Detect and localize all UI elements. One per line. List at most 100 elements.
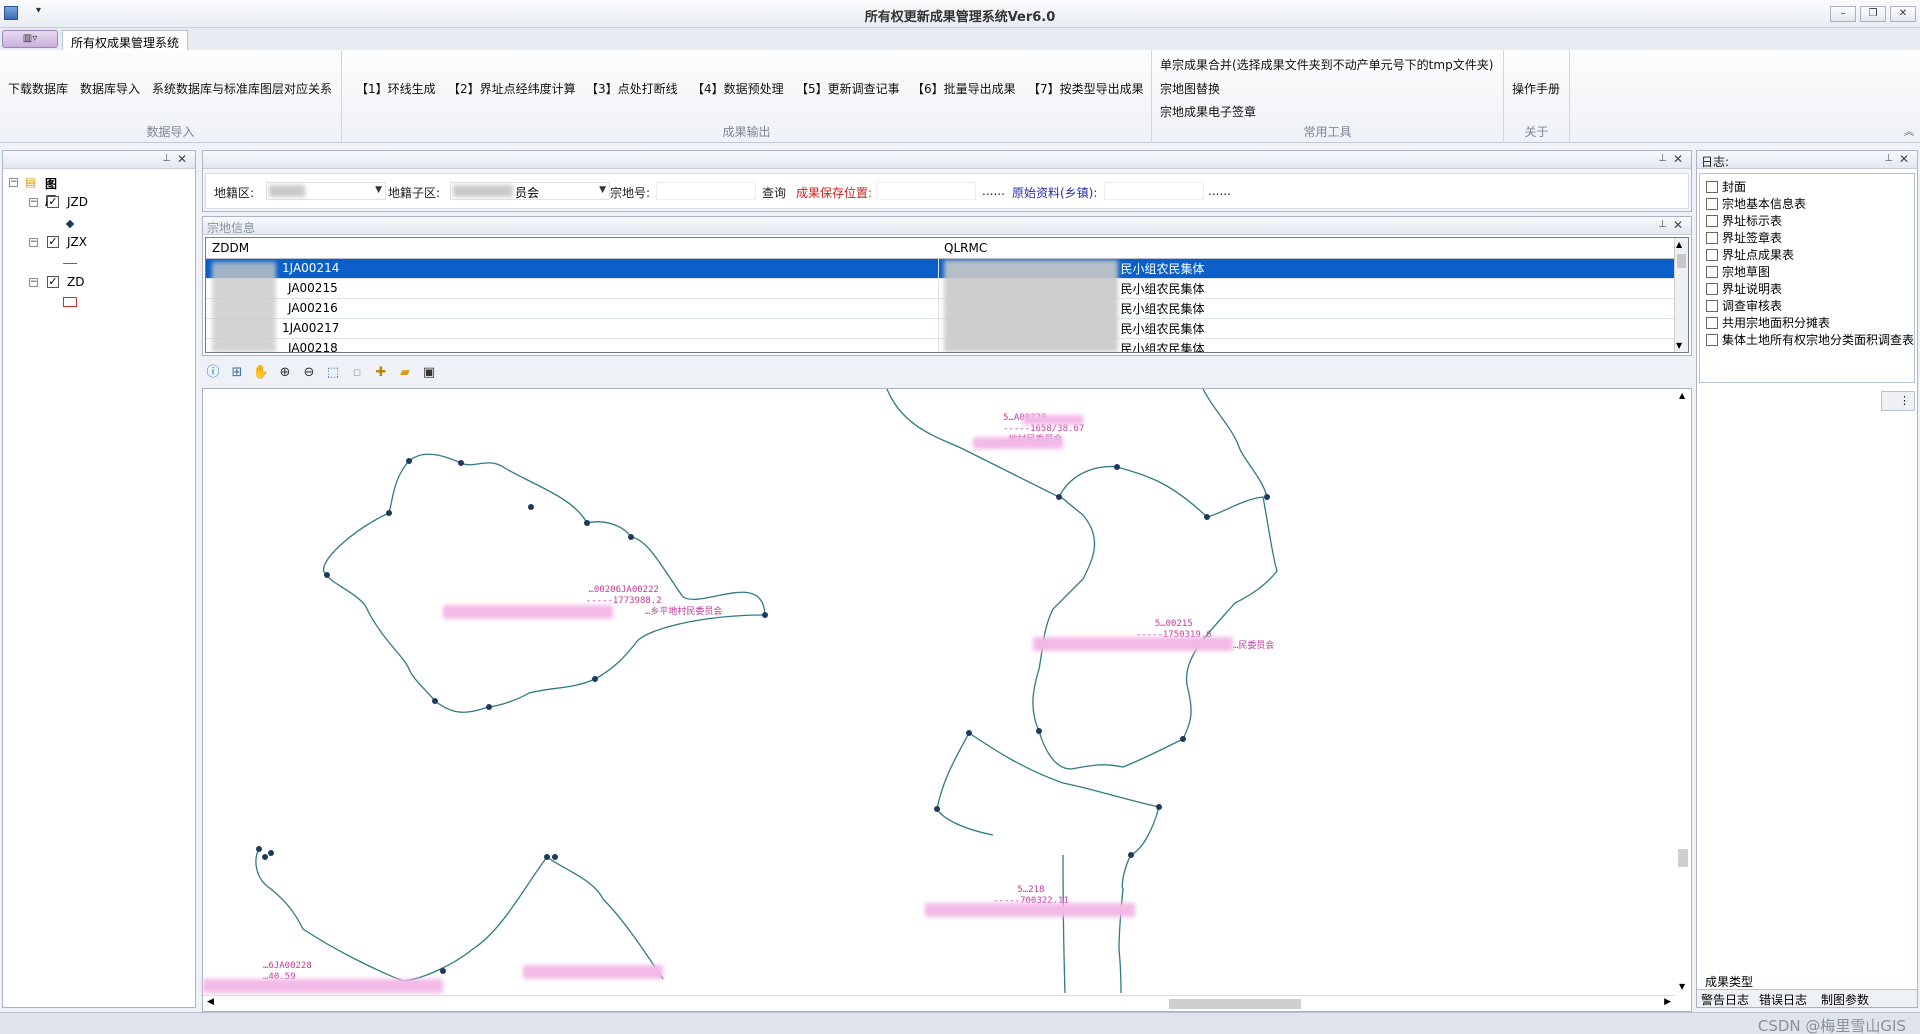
list-item[interactable]: 共用宗地面积分摊表 (1706, 314, 1830, 330)
scroll-thumb[interactable] (1678, 849, 1688, 867)
zoom-in-icon[interactable]: ⊕ (276, 364, 294, 382)
dropdown-arrow-icon[interactable]: ▼ (599, 185, 606, 195)
checkbox[interactable] (1706, 334, 1718, 346)
download-database-button[interactable]: 下载数据库 (8, 80, 68, 97)
export-by-type-button[interactable]: 【7】按类型导出成果 (1028, 80, 1144, 97)
manual-button[interactable]: 操作手册 (1512, 80, 1560, 97)
ring-generate-button[interactable]: 【1】环线生成 (356, 80, 436, 97)
scroll-right-icon[interactable]: ▶ (1664, 997, 1671, 1007)
pin-icon[interactable]: ⊥ (1658, 219, 1667, 230)
layer-checkbox[interactable]: ✓ (47, 276, 59, 288)
collapse-ribbon-icon[interactable]: ︽ (1904, 123, 1914, 138)
zoom-out-icon[interactable]: ⊖ (300, 364, 318, 382)
list-item[interactable]: 集体土地所有权宗地分类面积调查表 (1706, 331, 1914, 347)
list-item[interactable]: 调查审核表 (1706, 297, 1782, 313)
collapse-icon[interactable]: − (29, 198, 38, 207)
close-icon[interactable]: ✕ (1899, 152, 1909, 166)
table-row[interactable]: JA00215 民小组农民集体 (206, 278, 1676, 299)
scroll-down-icon[interactable]: ▼ (1676, 341, 1682, 350)
latlon-calc-button[interactable]: 【2】界址点经纬度计算 (448, 80, 576, 97)
list-item[interactable]: 封面 (1706, 178, 1746, 194)
save-location-input[interactable] (876, 182, 976, 200)
open-folder-icon[interactable]: ▰ (396, 364, 414, 382)
break-line-button[interactable]: 【3】点处打断线 (586, 80, 678, 97)
scroll-thumb[interactable] (1677, 254, 1686, 268)
clear-selection-icon[interactable]: ▫ (348, 364, 366, 382)
scroll-up-icon[interactable]: ▲ (1679, 391, 1685, 400)
pin-icon[interactable]: ⊥ (1658, 153, 1667, 164)
table-row[interactable]: JA00216 民小组农民集体 (206, 298, 1676, 319)
source-browse-button[interactable]: ...... (1208, 184, 1231, 198)
close-icon[interactable]: ✕ (1673, 152, 1683, 166)
restore-button[interactable]: ❐ (1860, 6, 1886, 22)
list-item[interactable]: 界址说明表 (1706, 280, 1782, 296)
batch-export-button[interactable]: 【6】批量导出成果 (912, 80, 1016, 97)
table-row[interactable]: 1JA00217 民小组农民集体 (206, 318, 1676, 339)
checkbox[interactable] (1706, 266, 1718, 278)
map-view[interactable]: 5…A00220 -----1658/38.67 …地村民委员会 …00206J… (202, 388, 1692, 1012)
checkbox[interactable] (1706, 249, 1718, 261)
tab-warning-log[interactable]: 警告日志 (1701, 991, 1749, 1008)
layer-checkbox[interactable]: ✓ (47, 236, 59, 248)
checkbox[interactable] (1706, 198, 1718, 210)
scroll-up-icon[interactable]: ▲ (1676, 240, 1682, 249)
list-item[interactable]: 宗地基本信息表 (1706, 195, 1806, 211)
add-data-icon[interactable]: ✚ (372, 364, 390, 382)
map-horizontal-scrollbar[interactable]: ◀ ▶ (203, 995, 1675, 1011)
pan-hand-icon[interactable]: ✋ (252, 364, 270, 382)
save-browse-button[interactable]: ...... (982, 184, 1005, 198)
tab-result-type[interactable]: 成果类型 (1703, 973, 1756, 990)
collapse-icon[interactable]: − (29, 238, 38, 247)
collapse-icon[interactable]: − (9, 178, 18, 187)
scroll-thumb[interactable] (1169, 999, 1301, 1009)
tab-map-params[interactable]: 制图参数 (1821, 991, 1869, 1008)
column-header[interactable]: QLRMC (938, 238, 1676, 259)
preprocess-button[interactable]: 【4】数据预处理 (692, 80, 784, 97)
checkbox[interactable] (1706, 317, 1718, 329)
database-import-button[interactable]: 数据库导入 (80, 80, 140, 97)
subdistrict-select[interactable]: 员会 ▼ (450, 182, 610, 200)
scroll-down-icon[interactable]: ▼ (1679, 982, 1685, 991)
parcel-input[interactable] (656, 182, 756, 200)
info-icon[interactable]: ⓘ (204, 364, 222, 382)
checkbox[interactable] (1706, 215, 1718, 227)
list-item[interactable]: 界址标示表 (1706, 212, 1782, 228)
pin-icon[interactable]: ⊥ (1884, 153, 1893, 164)
table-row[interactable]: JA00218 民小组农民集体 (206, 338, 1676, 352)
dropdown-arrow-icon[interactable]: ▼ (375, 185, 382, 195)
close-icon[interactable]: ✕ (1673, 218, 1683, 232)
e-signature-button[interactable]: 宗地成果电子签章 (1160, 103, 1256, 120)
pin-icon[interactable]: ⊥ (162, 153, 171, 164)
layer-checkbox[interactable]: ✓ (47, 196, 59, 208)
map-vertical-scrollbar[interactable]: ▲ ▼ (1675, 389, 1691, 993)
checkbox[interactable] (1706, 181, 1718, 193)
merge-results-button[interactable]: 单宗成果合并(选择成果文件夹到不动产单元号下的tmp文件夹) (1160, 56, 1493, 73)
tab-error-log[interactable]: 错误日志 (1759, 991, 1807, 1008)
app-menu-button[interactable]: ▥▿ (2, 30, 58, 48)
close-window-button[interactable]: ✕ (1890, 6, 1916, 22)
save-icon[interactable]: ▣ (420, 364, 438, 382)
checkbox[interactable] (1706, 232, 1718, 244)
survey-record-button[interactable]: 【5】更新调查记事 (796, 80, 900, 97)
district-select[interactable]: ▼ (266, 182, 386, 200)
checkbox[interactable] (1706, 283, 1718, 295)
table-row[interactable]: 1JA00214 民小组农民集体 (206, 258, 1676, 279)
checkbox[interactable] (1706, 300, 1718, 312)
tab-ownership-system[interactable]: 所有权成果管理系统 (62, 30, 189, 51)
replace-map-button[interactable]: 宗地图替换 (1160, 80, 1220, 97)
full-extent-icon[interactable]: ⊞ (228, 364, 246, 382)
query-button[interactable]: 查询 (762, 184, 786, 201)
scroll-left-icon[interactable]: ◀ (207, 997, 214, 1007)
collapse-icon[interactable]: − (29, 278, 38, 287)
minimize-button[interactable]: – (1830, 6, 1856, 22)
column-header[interactable]: ZDDM (206, 238, 938, 259)
list-item[interactable]: 宗地草图 (1706, 263, 1770, 279)
list-item[interactable]: 界址签章表 (1706, 229, 1782, 245)
layer-mapping-button[interactable]: 系统数据库与标准库图层对应关系 (152, 80, 332, 97)
list-item[interactable]: 界址点成果表 (1706, 246, 1794, 262)
select-features-icon[interactable]: ⬚ (324, 364, 342, 382)
close-icon[interactable]: ✕ (177, 152, 187, 166)
source-input[interactable] (1104, 182, 1204, 200)
table-scrollbar[interactable]: ▲ ▼ (1674, 238, 1688, 352)
side-button[interactable]: ⋮ (1881, 391, 1915, 411)
